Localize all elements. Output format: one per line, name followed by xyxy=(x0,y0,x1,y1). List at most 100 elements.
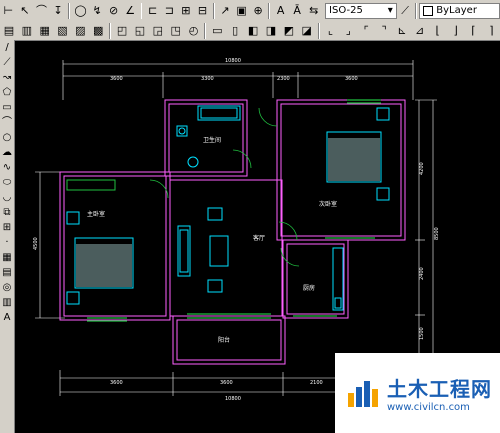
dim-right-total: 8500 xyxy=(434,227,440,240)
draw-toolbar: / ⟋ ↝ ⬠ ▭ ⌒ ○ ☁ ∿ ⬭ ◡ ⧉ ⊞ · ▦ ▤ ◎ ▥ A xyxy=(0,40,15,433)
gradient-icon[interactable]: ▤ xyxy=(1,266,13,279)
ucs-origin-icon[interactable]: ⌊ xyxy=(430,23,446,39)
mtext-icon[interactable]: A xyxy=(1,311,13,324)
freeze-icon[interactable]: ▨ xyxy=(72,23,88,39)
ordinate-icon[interactable]: ↧ xyxy=(51,3,66,19)
layer-delete-icon[interactable]: ◴ xyxy=(186,23,202,39)
ellipse-icon[interactable]: ⬭ xyxy=(1,176,13,189)
dim-top-d: 3600 xyxy=(345,76,358,82)
table-icon[interactable]: ▥ xyxy=(1,296,13,309)
jogged-icon[interactable]: ↯ xyxy=(90,3,105,19)
isolate-icon[interactable]: ▧ xyxy=(55,23,71,39)
angular-icon[interactable]: ∠ xyxy=(123,3,138,19)
watermark-title: 土木工程网 xyxy=(387,377,492,401)
polyline-icon[interactable]: ↝ xyxy=(1,71,13,84)
layer-icon[interactable]: ▤ xyxy=(1,23,17,39)
revcloud-icon[interactable]: ☁ xyxy=(1,146,13,159)
center-mark-icon[interactable]: ⊕ xyxy=(251,3,266,19)
dim-bottom-a: 3600 xyxy=(110,380,123,386)
view-icon-6[interactable]: ◪ xyxy=(299,23,315,39)
tolerance-icon[interactable]: ▣ xyxy=(234,3,249,19)
hatch-icon[interactable]: ▦ xyxy=(1,251,13,264)
room-label-bathroom: 卫生间 xyxy=(203,136,221,144)
view-icon-1[interactable]: ▭ xyxy=(209,23,225,39)
arc-length-icon[interactable]: ⌒ xyxy=(34,3,49,19)
toolbar-separator xyxy=(140,3,143,19)
dim-left: 4500 xyxy=(33,237,39,250)
merge-layer-icon[interactable]: ◱ xyxy=(132,23,148,39)
dim-top-c: 2300 xyxy=(277,76,290,82)
change-layer-icon[interactable]: ◳ xyxy=(168,23,184,39)
diameter-icon[interactable]: ⊘ xyxy=(106,3,121,19)
ucs-face-icon[interactable]: ⌝ xyxy=(376,23,392,39)
room-label-kitchen: 厨房 xyxy=(303,284,315,292)
lock-icon[interactable]: ▩ xyxy=(90,23,106,39)
dim-edit-icon[interactable]: A xyxy=(273,3,288,19)
toolbar-separator xyxy=(212,3,215,19)
copy-layer-icon[interactable]: ◰ xyxy=(114,23,130,39)
spline-icon[interactable]: ∿ xyxy=(1,161,13,174)
quick-dim-icon[interactable]: ⊏ xyxy=(145,3,160,19)
continue-icon[interactable]: ⊞ xyxy=(179,3,194,19)
room-label-living: 客厅 xyxy=(253,234,265,242)
dim-bottom-b: 3600 xyxy=(220,380,233,386)
layer-color-swatch xyxy=(423,6,434,16)
ucs-z-icon[interactable]: ⌋ xyxy=(448,23,464,39)
linear-dim-icon[interactable]: ⊢ xyxy=(1,3,16,19)
line-icon[interactable]: / xyxy=(1,41,13,54)
dimstyle-manager-icon[interactable]: ⟋ xyxy=(398,3,413,19)
baseline-icon[interactable]: ⊐ xyxy=(162,3,177,19)
match-icon[interactable]: ▦ xyxy=(37,23,53,39)
view-icon-5[interactable]: ◩ xyxy=(281,23,297,39)
toolbar-separator xyxy=(109,23,112,39)
view-icon-2[interactable]: ▯ xyxy=(227,23,243,39)
circle-icon[interactable]: ○ xyxy=(1,131,13,144)
layer-prev-icon[interactable]: ▥ xyxy=(19,23,35,39)
polygon-icon[interactable]: ⬠ xyxy=(1,86,13,99)
layer-select[interactable]: ByLayer xyxy=(419,3,500,19)
region-icon[interactable]: ◎ xyxy=(1,281,13,294)
make-block-icon[interactable]: ⊞ xyxy=(1,221,13,234)
leader-icon[interactable]: ↗ xyxy=(218,3,233,19)
dim-update-icon[interactable]: ⇆ xyxy=(306,3,321,19)
ucs-prev-icon[interactable]: ⌜ xyxy=(358,23,374,39)
dim-bottom-total: 10800 xyxy=(225,396,241,402)
walk-icon[interactable]: ◲ xyxy=(150,23,166,39)
dim-right-b: 2400 xyxy=(419,267,425,280)
toolbar-separator xyxy=(268,3,271,19)
dim-text-edit-icon[interactable]: Ā xyxy=(290,3,305,19)
standard-toolbar: ⊢ ↖ ⌒ ↧ ◯ ↯ ⊘ ∠ ⊏ ⊐ ⊞ ⊟ ↗ ▣ ⊕ A Ā ⇆ ISO-… xyxy=(0,0,500,23)
rectangle-icon[interactable]: ▭ xyxy=(1,101,13,114)
toolbar-separator xyxy=(415,3,418,19)
dimstyle-value: ISO-25 xyxy=(329,5,363,16)
ucs-world-icon[interactable]: ⌟ xyxy=(340,23,356,39)
dimstyle-select[interactable]: ISO-25 ▾ xyxy=(325,3,397,19)
dim-bottom-c: 2100 xyxy=(310,380,323,386)
room-label-balcony: 阳台 xyxy=(218,336,230,344)
space-icon[interactable]: ⊟ xyxy=(195,3,210,19)
point-icon[interactable]: · xyxy=(1,236,13,249)
dim-top-b: 3300 xyxy=(201,76,214,82)
arc-icon[interactable]: ⌒ xyxy=(1,116,13,129)
ucs-x-icon[interactable]: ⌉ xyxy=(483,23,499,39)
watermark-logo: 土木工程网 www.civilcn.com xyxy=(335,353,500,433)
dim-top-a: 3600 xyxy=(110,76,123,82)
radius-icon[interactable]: ◯ xyxy=(73,3,88,19)
toolbar-separator xyxy=(204,23,207,39)
layer-value: ByLayer xyxy=(436,5,477,16)
ucs-3point-icon[interactable]: ⌈ xyxy=(465,23,481,39)
aligned-dim-icon[interactable]: ↖ xyxy=(18,3,33,19)
ellipse-arc-icon[interactable]: ◡ xyxy=(1,191,13,204)
toolbar-separator xyxy=(68,3,71,19)
view-icon-4[interactable]: ◨ xyxy=(263,23,279,39)
room-label-second-bedroom: 次卧室 xyxy=(319,200,337,208)
view-icon-3[interactable]: ◧ xyxy=(245,23,261,39)
insert-block-icon[interactable]: ⧉ xyxy=(1,206,13,219)
watermark-emblem-icon xyxy=(348,381,378,407)
dim-right-c: 1500 xyxy=(419,327,425,340)
ucs-object-icon[interactable]: ⊾ xyxy=(394,23,410,39)
watermark-url: www.civilcn.com xyxy=(387,402,470,413)
construction-line-icon[interactable]: ⟋ xyxy=(1,56,13,69)
ucs-view-icon[interactable]: ⊿ xyxy=(412,23,428,39)
ucs-icon[interactable]: ⌞ xyxy=(323,23,339,39)
